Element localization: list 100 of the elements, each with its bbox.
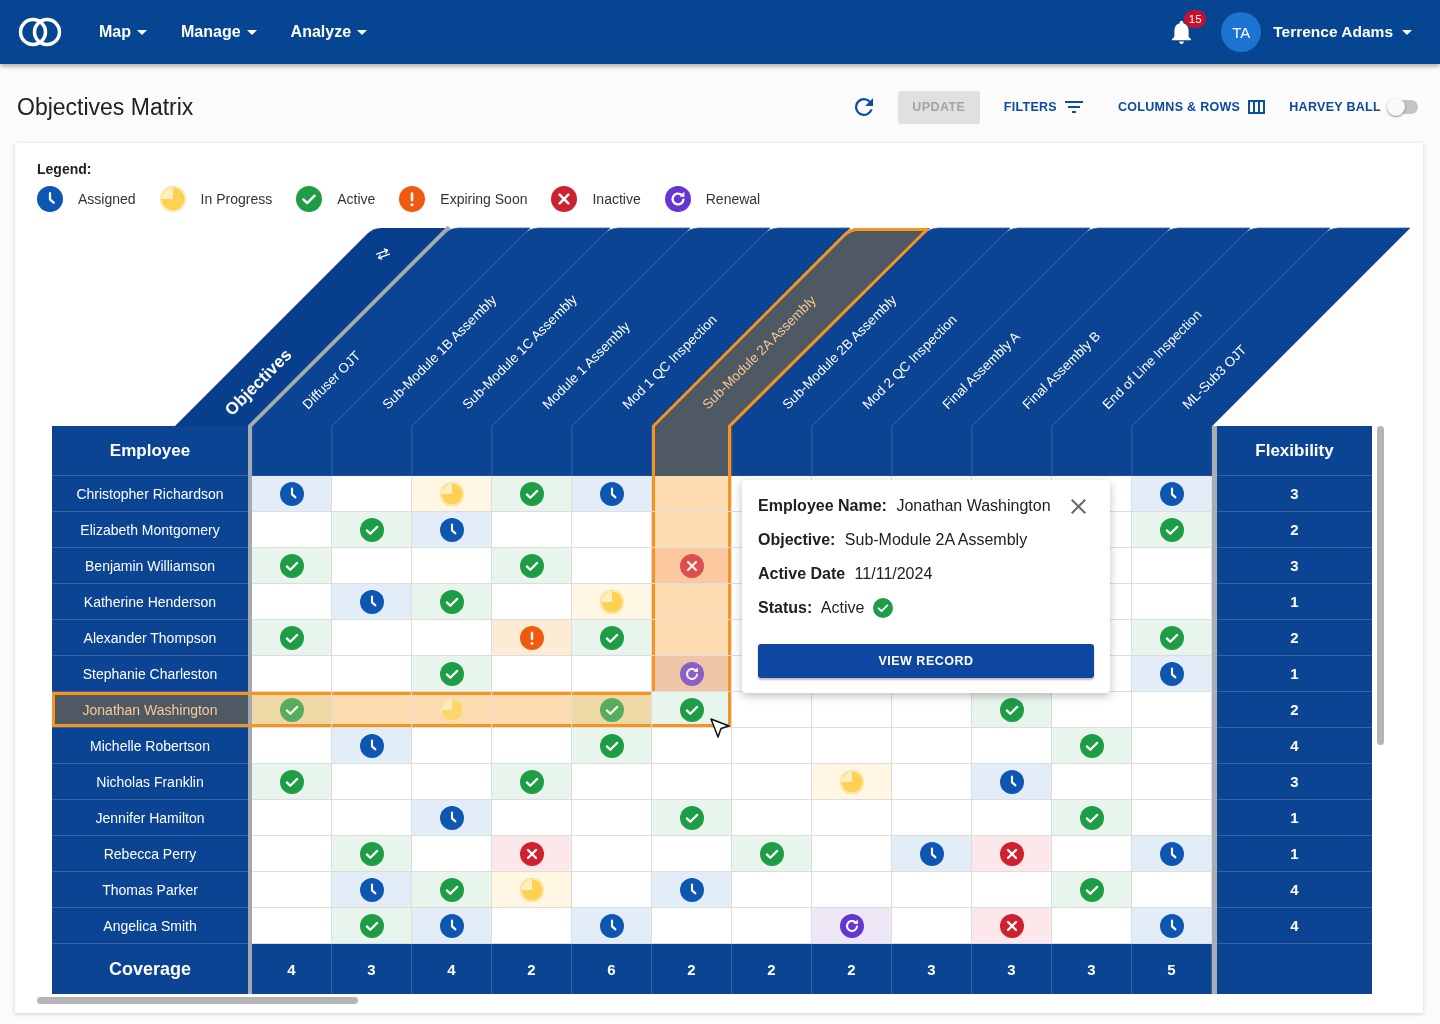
harvey-ball-button[interactable]: HARVEY BALL xyxy=(1281,90,1418,124)
matrix-cell[interactable] xyxy=(1052,800,1132,836)
matrix-cell[interactable] xyxy=(652,872,732,908)
matrix-cell[interactable] xyxy=(572,656,652,692)
matrix-cell[interactable] xyxy=(972,692,1052,728)
matrix-cell[interactable] xyxy=(732,764,812,800)
matrix-cell[interactable] xyxy=(652,692,732,728)
employee-name[interactable]: Christopher Richardson xyxy=(52,476,248,512)
matrix-cell[interactable] xyxy=(892,728,972,764)
matrix-cell[interactable] xyxy=(572,476,652,512)
matrix-cell[interactable] xyxy=(332,476,412,512)
matrix-cell[interactable] xyxy=(812,728,892,764)
matrix-cell[interactable] xyxy=(492,872,572,908)
matrix-cell[interactable] xyxy=(1052,836,1132,872)
matrix-cell[interactable] xyxy=(332,548,412,584)
matrix-cell[interactable] xyxy=(1132,692,1212,728)
matrix-cell[interactable] xyxy=(1132,908,1212,944)
matrix-cell[interactable] xyxy=(1132,728,1212,764)
matrix-cell[interactable] xyxy=(652,836,732,872)
matrix-cell[interactable] xyxy=(412,692,492,728)
matrix-cell[interactable] xyxy=(252,836,332,872)
matrix-cell[interactable] xyxy=(252,872,332,908)
matrix-cell[interactable] xyxy=(412,836,492,872)
matrix-cell[interactable] xyxy=(892,908,972,944)
matrix-cell[interactable] xyxy=(252,764,332,800)
matrix-cell[interactable] xyxy=(972,800,1052,836)
matrix-cell[interactable] xyxy=(652,656,732,692)
matrix-cell[interactable] xyxy=(572,800,652,836)
toggle-switch[interactable] xyxy=(1388,100,1418,114)
matrix-cell[interactable] xyxy=(492,800,572,836)
matrix-cell[interactable] xyxy=(572,728,652,764)
employee-name[interactable]: Rebecca Perry xyxy=(52,836,248,872)
matrix-cell[interactable] xyxy=(732,836,812,872)
vertical-scrollbar[interactable] xyxy=(1377,426,1384,745)
matrix-cell[interactable] xyxy=(652,584,732,620)
matrix-cell[interactable] xyxy=(492,908,572,944)
matrix-cell[interactable] xyxy=(652,908,732,944)
matrix-cell[interactable] xyxy=(332,764,412,800)
matrix-cell[interactable] xyxy=(812,908,892,944)
matrix-cell[interactable] xyxy=(572,872,652,908)
matrix-cell[interactable] xyxy=(252,476,332,512)
employee-name[interactable]: Michelle Robertson xyxy=(52,728,248,764)
matrix-cell[interactable] xyxy=(1132,548,1212,584)
refresh-icon[interactable] xyxy=(854,98,873,116)
matrix-cell[interactable] xyxy=(1132,800,1212,836)
matrix-cell[interactable] xyxy=(572,836,652,872)
matrix-cell[interactable] xyxy=(412,548,492,584)
matrix-cell[interactable] xyxy=(252,620,332,656)
matrix-cell[interactable] xyxy=(812,872,892,908)
matrix-cell[interactable] xyxy=(412,512,492,548)
user-avatar[interactable]: TA xyxy=(1221,12,1262,52)
matrix-cell[interactable] xyxy=(732,908,812,944)
matrix-cell[interactable] xyxy=(1052,692,1132,728)
matrix-cell[interactable] xyxy=(812,836,892,872)
matrix-cell[interactable] xyxy=(252,728,332,764)
matrix-cell[interactable] xyxy=(732,728,812,764)
matrix-cell[interactable] xyxy=(252,692,332,728)
matrix-cell[interactable] xyxy=(252,512,332,548)
matrix-cell[interactable] xyxy=(892,692,972,728)
matrix-cell[interactable] xyxy=(332,800,412,836)
employee-name[interactable]: Nicholas Franklin xyxy=(52,764,248,800)
matrix-cell[interactable] xyxy=(572,512,652,548)
matrix-cell[interactable] xyxy=(892,836,972,872)
matrix-cell[interactable] xyxy=(252,656,332,692)
matrix-cell[interactable] xyxy=(492,584,572,620)
matrix-cell[interactable] xyxy=(252,800,332,836)
employee-name[interactable]: Thomas Parker xyxy=(52,872,248,908)
matrix-cell[interactable] xyxy=(572,764,652,800)
swap-arrows-icon[interactable] xyxy=(376,248,391,260)
employee-name[interactable]: Elizabeth Montgomery xyxy=(52,512,248,548)
matrix-cell[interactable] xyxy=(412,908,492,944)
matrix-cell[interactable] xyxy=(1132,512,1212,548)
matrix-cell[interactable] xyxy=(892,800,972,836)
matrix-cell[interactable] xyxy=(332,836,412,872)
matrix-cell[interactable] xyxy=(1132,872,1212,908)
employee-name[interactable]: Benjamin Williamson xyxy=(52,548,248,584)
matrix-cell[interactable] xyxy=(332,584,412,620)
matrix-cell[interactable] xyxy=(732,692,812,728)
matrix-cell[interactable] xyxy=(732,800,812,836)
matrix-cell[interactable] xyxy=(412,872,492,908)
matrix-cell[interactable] xyxy=(492,512,572,548)
matrix-cell[interactable] xyxy=(1132,764,1212,800)
matrix-cell[interactable] xyxy=(412,476,492,512)
matrix-cell[interactable] xyxy=(572,692,652,728)
employee-name[interactable]: Alexander Thompson xyxy=(52,620,248,656)
matrix-cell[interactable] xyxy=(1132,620,1212,656)
matrix-cell[interactable] xyxy=(332,656,412,692)
matrix-cell[interactable] xyxy=(332,512,412,548)
matrix-cell[interactable] xyxy=(412,620,492,656)
nav-menu-button[interactable]: Analyze xyxy=(290,12,368,52)
matrix-cell[interactable] xyxy=(812,764,892,800)
matrix-cell[interactable] xyxy=(812,800,892,836)
horizontal-scrollbar[interactable] xyxy=(37,997,358,1004)
matrix-cell[interactable] xyxy=(252,908,332,944)
employee-name[interactable]: Angelica Smith xyxy=(52,908,248,944)
matrix-cell[interactable] xyxy=(332,908,412,944)
matrix-cell[interactable] xyxy=(492,548,572,584)
matrix-cell[interactable] xyxy=(412,800,492,836)
matrix-cell[interactable] xyxy=(732,872,812,908)
matrix-cell[interactable] xyxy=(492,692,572,728)
